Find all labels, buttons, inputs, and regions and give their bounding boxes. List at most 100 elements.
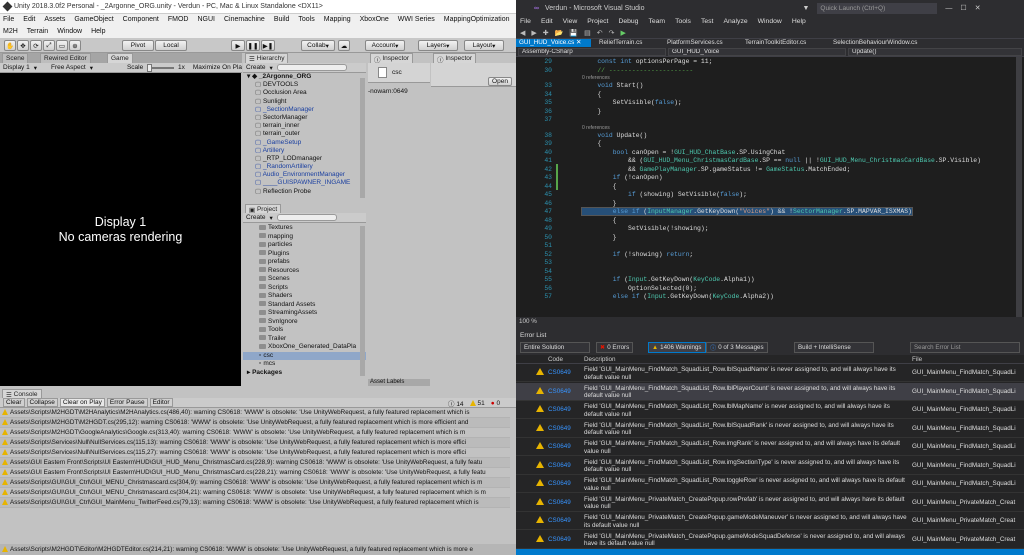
project-item[interactable]: Scripts: [243, 284, 366, 293]
redo-icon[interactable]: ↷: [609, 29, 615, 37]
col-description[interactable]: Description: [584, 356, 616, 363]
project-scrollbar[interactable]: [360, 226, 365, 376]
unity-menu-item[interactable]: FMOD: [168, 14, 189, 26]
save-all-icon[interactable]: ▤: [584, 29, 591, 37]
error-row[interactable]: CS0649 Field 'GUI_MainMenu_PrivateMatch_C…: [516, 494, 1024, 512]
display-select[interactable]: Display 1: [3, 64, 30, 71]
maximize-on-play-toggle[interactable]: Maximize On Pla: [193, 64, 242, 71]
error-row[interactable]: CS0649 Field 'GUI_MainMenu_FindMatch_Squa…: [516, 475, 1024, 493]
project-item[interactable]: Trailer: [243, 335, 366, 344]
tab-rewired-editor[interactable]: Rewired Editor: [40, 53, 91, 63]
console-line[interactable]: Assets\GUI Eastern Front\Scripts\UI East…: [0, 458, 510, 468]
project-item[interactable]: prefabs: [243, 258, 366, 267]
error-row[interactable]: CS0649 Field 'GUI_MainMenu_FindMatch_Squa…: [516, 401, 1024, 419]
unity-menu-item[interactable]: MappingOptimization: [444, 14, 510, 26]
hierarchy-item[interactable]: ▢ _RTP_LODmanager: [243, 155, 366, 163]
forward-icon[interactable]: ▶: [531, 29, 536, 37]
pause-icon[interactable]: ❚❚: [246, 40, 260, 51]
console-error-pause-button[interactable]: Error Pause: [106, 398, 148, 407]
project-item[interactable]: Textures: [243, 224, 366, 233]
hierarchy-item[interactable]: ▢ DEVTOOLS: [243, 81, 366, 89]
vs-quick-launch[interactable]: Quick Launch (Ctrl+Q): [817, 2, 938, 14]
project-item[interactable]: Scenes: [243, 275, 366, 284]
warnings-filter[interactable]: ▲ 1406 Warnings: [648, 342, 706, 353]
unity-menu-item[interactable]: XboxOne: [360, 14, 389, 26]
error-row[interactable]: CS0649 Field 'GUI_MainMenu_FindMatch_Squa…: [516, 420, 1024, 438]
vs-menu-item[interactable]: Help: [792, 18, 806, 25]
scale-tool-icon[interactable]: ⤢: [43, 40, 55, 51]
console-line[interactable]: Assets\Scripts\Services\Null\NullService…: [0, 438, 510, 448]
move-tool-icon[interactable]: ✥: [17, 40, 29, 51]
error-list-search[interactable]: Search Error List: [910, 342, 1020, 353]
error-row[interactable]: CS0649 Field 'GUI_MainMenu_PrivateMatch_C…: [516, 531, 1024, 549]
unity-menu-item[interactable]: GameObject: [74, 14, 113, 26]
rect-tool-icon[interactable]: ▭: [56, 40, 68, 51]
console-editor-button[interactable]: Editor: [149, 398, 173, 407]
hierarchy-create-button[interactable]: Create: [246, 64, 266, 71]
console-line[interactable]: Assets\Scripts\GUI\GUI_Ctrl\GUI_MainMenu…: [0, 498, 510, 508]
nav-member-select[interactable]: Update(): [848, 48, 1022, 56]
project-item[interactable]: StreamingAssets: [243, 309, 366, 318]
error-row[interactable]: CS0649 Field 'GUI_MainMenu_FindMatch_Squa…: [516, 382, 1024, 401]
hierarchy-item[interactable]: ▢ ____GUISPAWNER_INGAME: [243, 179, 366, 187]
col-file[interactable]: File: [912, 356, 922, 363]
project-item[interactable]: ▫ mcs: [243, 360, 366, 369]
error-row[interactable]: CS0649 Field 'GUI_MainMenu_FindMatch_Squa…: [516, 438, 1024, 456]
unity-menu-item[interactable]: File: [3, 14, 14, 26]
hand-tool-icon[interactable]: ✋: [4, 40, 16, 51]
error-code[interactable]: CS0649: [548, 369, 571, 376]
unity-menu-item[interactable]: NGUI: [197, 14, 215, 26]
project-item[interactable]: Plugins: [243, 250, 366, 259]
layout-button[interactable]: Layout ▾: [464, 40, 504, 51]
hierarchy-scrollbar[interactable]: [360, 78, 365, 198]
vs-menu-item[interactable]: Project: [587, 18, 608, 25]
hierarchy-item[interactable]: ▢ _GameSetup: [243, 139, 366, 147]
console-line[interactable]: Assets\GUI Eastern Front\Scripts\UI East…: [0, 468, 510, 478]
doc-tab-3[interactable]: TerrainToolkitEditor.cs: [742, 39, 809, 47]
console-line[interactable]: Assets\Scripts\GUI\GUI_Ctrl\GUI_MENU_Chr…: [0, 488, 510, 498]
console-line[interactable]: Assets\Scripts\M2HGDT\GoogleAnalytics\Go…: [0, 428, 510, 438]
project-create-button[interactable]: Create: [246, 214, 266, 221]
maximize-icon[interactable]: ☐: [960, 4, 966, 12]
layers-button[interactable]: Layers ▾: [418, 40, 458, 51]
unity-menu-item[interactable]: Tools: [298, 14, 314, 26]
step-icon[interactable]: ▶❚: [261, 40, 275, 51]
hierarchy-item[interactable]: ▢ _SectionManager: [243, 106, 366, 114]
unity-menu-item[interactable]: Component: [123, 14, 159, 26]
unity-menu-item[interactable]: Help: [91, 26, 105, 38]
error-count-icon[interactable]: ● 0: [491, 400, 500, 407]
unity-menu-item[interactable]: Build: [274, 14, 290, 26]
hierarchy-item[interactable]: ▢ Artillery: [243, 147, 366, 155]
nav-class-select[interactable]: GUI_HUD_Voice: [668, 48, 846, 56]
build-source-select[interactable]: Build + IntelliSense: [794, 342, 874, 353]
reference-hint[interactable]: 0 references: [582, 75, 610, 81]
vs-menu-item[interactable]: Edit: [541, 18, 553, 25]
error-code[interactable]: CS0649: [548, 425, 571, 432]
console-clear-button[interactable]: Clear: [3, 398, 25, 407]
save-icon[interactable]: 💾: [569, 29, 578, 37]
rotate-tool-icon[interactable]: ⟳: [30, 40, 42, 51]
warning-count-icon[interactable]: 51: [469, 399, 485, 407]
console-line[interactable]: Assets\Scripts\M2HGDT\M2HGDT.cs(295,12):…: [0, 418, 510, 428]
hierarchy-scene[interactable]: ▾ ◆ _2Argonne_ORG: [243, 73, 366, 81]
reference-hint[interactable]: 0 references: [582, 125, 610, 131]
tab-scene[interactable]: Scene: [2, 53, 29, 63]
hierarchy-search[interactable]: [276, 64, 347, 71]
transform-tool-icon[interactable]: ⊕: [69, 40, 81, 51]
error-row[interactable]: CS0649 Field 'GUI_MainMenu_FindMatch_Squa…: [516, 364, 1024, 382]
filter-icon[interactable]: ▼: [802, 5, 809, 12]
packages-folder[interactable]: ▸ Packages: [243, 369, 366, 378]
vs-menu-item[interactable]: View: [563, 18, 578, 25]
console-line[interactable]: Assets\Scripts\Services\Null\NullService…: [0, 448, 510, 458]
hierarchy-item[interactable]: ▢ Reflection Probe: [243, 188, 366, 196]
error-row[interactable]: CS0649 Field 'GUI_MainMenu_FindMatch_Squa…: [516, 457, 1024, 475]
doc-tab-2[interactable]: PlatformServices.cs: [664, 39, 726, 47]
zoom-level[interactable]: 100 %: [519, 318, 537, 325]
hierarchy-item[interactable]: ▢ Occlusion Area: [243, 89, 366, 97]
vs-menu-item[interactable]: Tools: [675, 18, 691, 25]
open-button[interactable]: Open: [488, 77, 512, 86]
hierarchy-item[interactable]: ▢ Audio_EnvironmentManager: [243, 171, 366, 179]
play-icon[interactable]: ▶: [231, 40, 245, 51]
new-item-icon[interactable]: ✚: [543, 29, 549, 37]
vs-menu-item[interactable]: Window: [758, 18, 782, 25]
